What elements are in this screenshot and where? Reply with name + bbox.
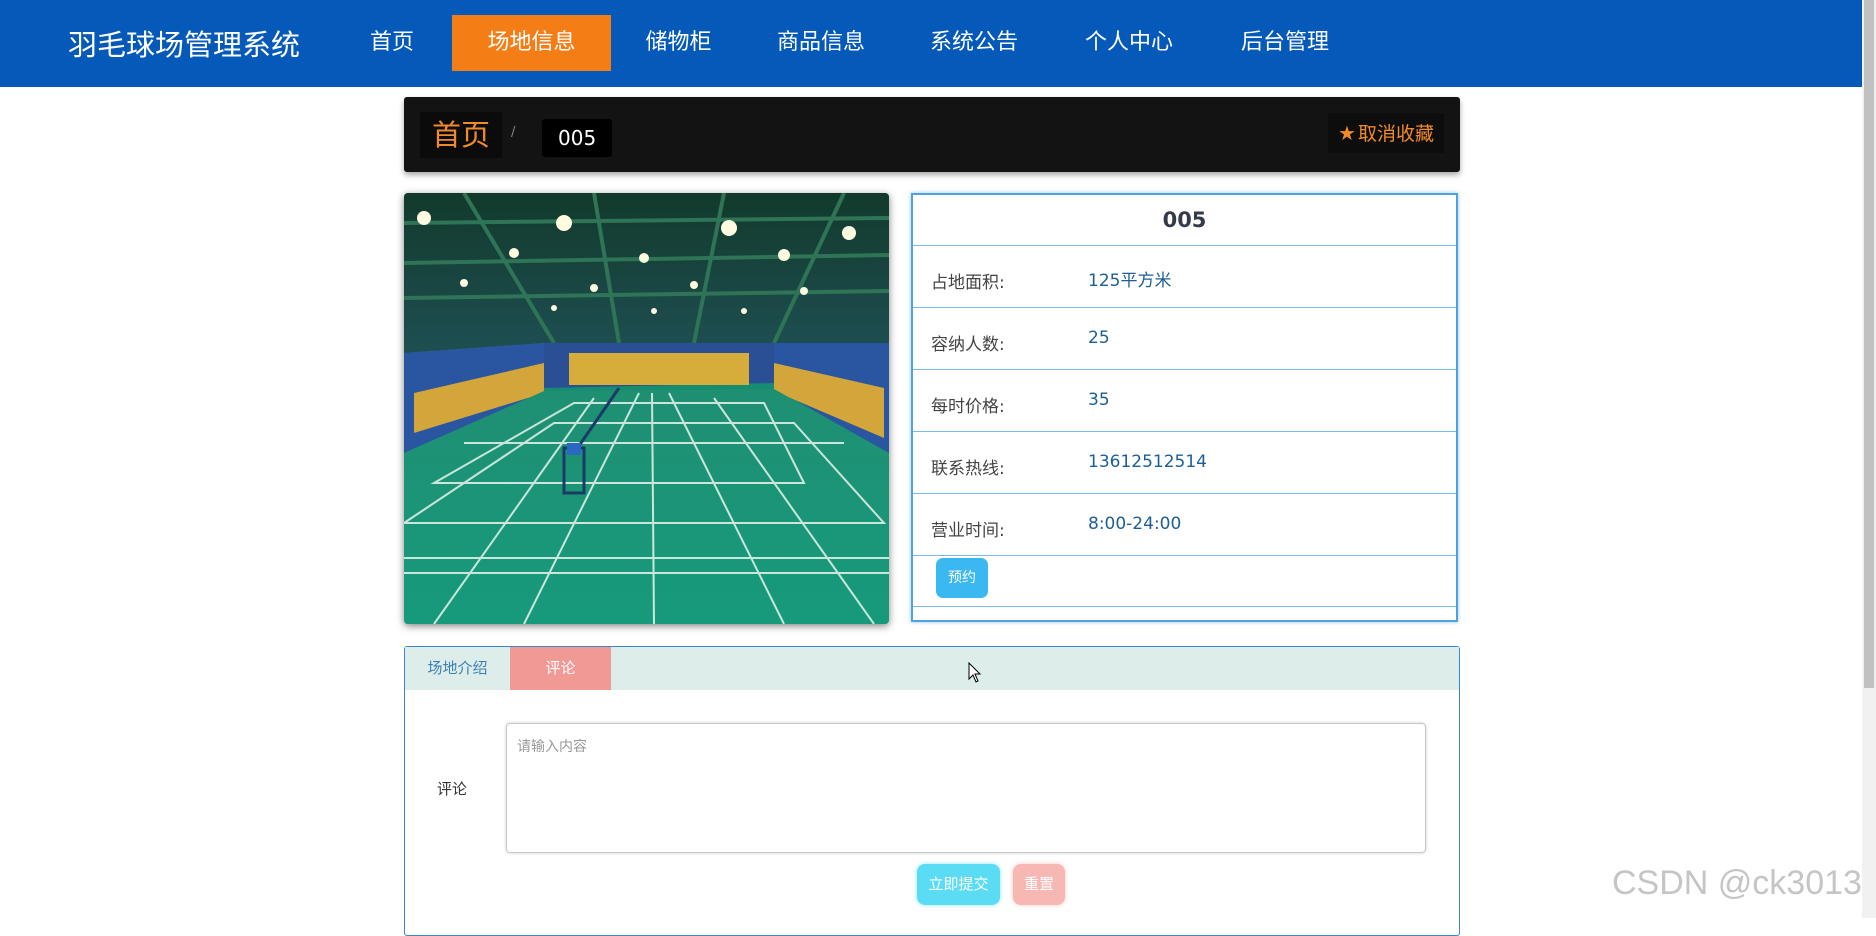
- comment-textarea[interactable]: 请输入内容: [506, 723, 1426, 853]
- top-navbar: 羽毛球场管理系统 首页 场地信息 储物柜 商品信息 系统公告 个人中心 后台管理: [0, 0, 1862, 87]
- nav-item-products[interactable]: 商品信息: [766, 15, 876, 71]
- info-row-hours: 营业时间: 8:00-24:00: [913, 494, 1456, 556]
- tab-comments[interactable]: 评论: [510, 647, 611, 690]
- info-row-price: 每时价格: 35: [913, 370, 1456, 432]
- breadcrumb: 首页 / 005 ★ 取消收藏: [404, 97, 1460, 172]
- watermark: CSDN @ck3013: [1612, 864, 1862, 902]
- nav-item-profile[interactable]: 个人中心: [1074, 15, 1184, 71]
- unfavorite-label: 取消收藏: [1357, 123, 1434, 145]
- tab-venue-intro[interactable]: 场地介绍: [405, 647, 510, 690]
- nav-item-home[interactable]: 首页: [352, 15, 432, 71]
- page-scrollbar[interactable]: [1862, 0, 1876, 918]
- info-row-area: 占地面积: 125平方米: [913, 246, 1456, 308]
- hours-value: 8:00-24:00: [1088, 514, 1182, 534]
- area-value: 125平方米: [1088, 271, 1172, 291]
- capacity-label: 容纳人数:: [931, 335, 1005, 355]
- hours-label: 营业时间:: [931, 521, 1005, 541]
- hotline-value: 13612512514: [1088, 452, 1207, 472]
- detail-tabs-panel: 场地介绍 评论 评论 请输入内容 立即提交 重置: [404, 646, 1460, 936]
- mouse-cursor-icon: [968, 662, 982, 683]
- site-brand[interactable]: 羽毛球场管理系统: [68, 22, 300, 64]
- breadcrumb-current: 005: [542, 119, 613, 157]
- venue-photo: [404, 193, 889, 624]
- submit-button[interactable]: 立即提交: [917, 864, 1000, 905]
- nav-item-venue-info[interactable]: 场地信息: [452, 15, 611, 71]
- area-label: 占地面积:: [931, 273, 1005, 293]
- book-button[interactable]: 预约: [936, 558, 988, 598]
- venue-info-panel: 005 占地面积: 125平方米 容纳人数: 25 每时价格: 35 联系热线:…: [911, 193, 1458, 622]
- price-label: 每时价格:: [931, 397, 1005, 417]
- info-row-hotline: 联系热线: 13612512514: [913, 432, 1456, 494]
- star-icon: ★: [1338, 121, 1356, 145]
- venue-title: 005: [913, 195, 1456, 246]
- breadcrumb-separator: /: [511, 125, 516, 140]
- breadcrumb-home-link[interactable]: 首页: [420, 112, 503, 158]
- unfavorite-button[interactable]: ★ 取消收藏: [1328, 113, 1444, 153]
- info-divider: [913, 606, 1456, 607]
- capacity-value: 25: [1088, 328, 1110, 348]
- nav-item-lockers[interactable]: 储物柜: [630, 15, 727, 71]
- scrollbar-thumb[interactable]: [1864, 0, 1874, 688]
- tab-bar: 场地介绍 评论: [405, 647, 1459, 690]
- reset-button[interactable]: 重置: [1013, 864, 1065, 905]
- nav-item-admin[interactable]: 后台管理: [1230, 15, 1340, 71]
- nav-item-announcements[interactable]: 系统公告: [919, 15, 1029, 71]
- info-row-capacity: 容纳人数: 25: [913, 308, 1456, 370]
- hotline-label: 联系热线:: [931, 459, 1005, 479]
- comment-label: 评论: [437, 780, 468, 798]
- price-value: 35: [1088, 390, 1110, 410]
